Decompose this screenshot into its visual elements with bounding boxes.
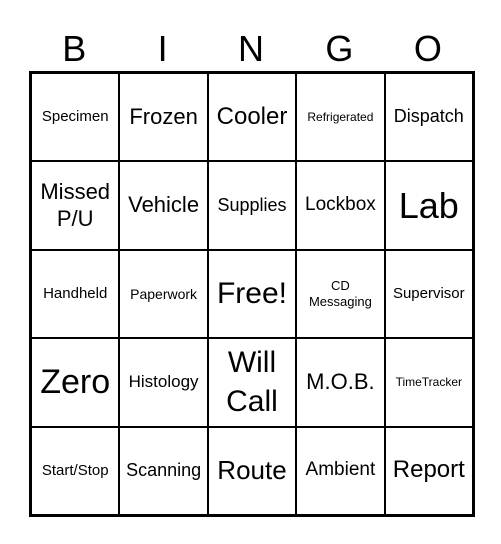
header-letter-n: N: [238, 28, 265, 69]
bingo-cell[interactable]: Ambient: [296, 426, 385, 515]
bingo-cell[interactable]: Cooler: [207, 73, 297, 162]
bingo-cell[interactable]: Paperwork: [119, 249, 208, 339]
bingo-cell[interactable]: Handheld: [31, 249, 120, 339]
bingo-cell[interactable]: Dispatch: [384, 73, 473, 162]
bingo-cell[interactable]: Supplies: [207, 161, 297, 250]
bingo-cell[interactable]: Will Call: [207, 338, 297, 427]
header-letter-b: B: [62, 28, 87, 69]
bingo-cell[interactable]: Scanning: [119, 426, 208, 515]
bingo-header: B I N G O: [30, 26, 472, 72]
bingo-cell[interactable]: Zero: [31, 338, 120, 427]
bingo-cell[interactable]: Lockbox: [296, 161, 385, 250]
bingo-cell[interactable]: Supervisor: [384, 249, 473, 339]
bingo-cell[interactable]: CD Messaging: [296, 249, 385, 339]
bingo-cell[interactable]: Report: [384, 426, 473, 515]
header-letter-g: G: [325, 28, 354, 69]
bingo-cell[interactable]: M.O.B.: [296, 338, 385, 427]
header-letter-i: I: [157, 28, 168, 69]
bingo-grid: Specimen Frozen Cooler Refrigerated Disp…: [29, 71, 475, 517]
bingo-cell[interactable]: Specimen: [31, 73, 120, 162]
bingo-cell[interactable]: TimeTracker: [384, 338, 473, 427]
bingo-cell[interactable]: Vehicle: [119, 161, 208, 250]
bingo-cell[interactable]: Missed P/U: [31, 161, 120, 250]
bingo-cell[interactable]: Refrigerated: [296, 73, 385, 162]
bingo-cell[interactable]: Start/Stop: [31, 426, 120, 515]
bingo-cell[interactable]: Route: [207, 426, 297, 515]
free-space[interactable]: Free!: [207, 249, 297, 339]
header-letter-o: O: [413, 28, 442, 69]
bingo-cell[interactable]: Frozen: [119, 73, 208, 162]
bingo-cell[interactable]: Lab: [384, 161, 473, 250]
bingo-cell[interactable]: Histology: [119, 338, 208, 427]
